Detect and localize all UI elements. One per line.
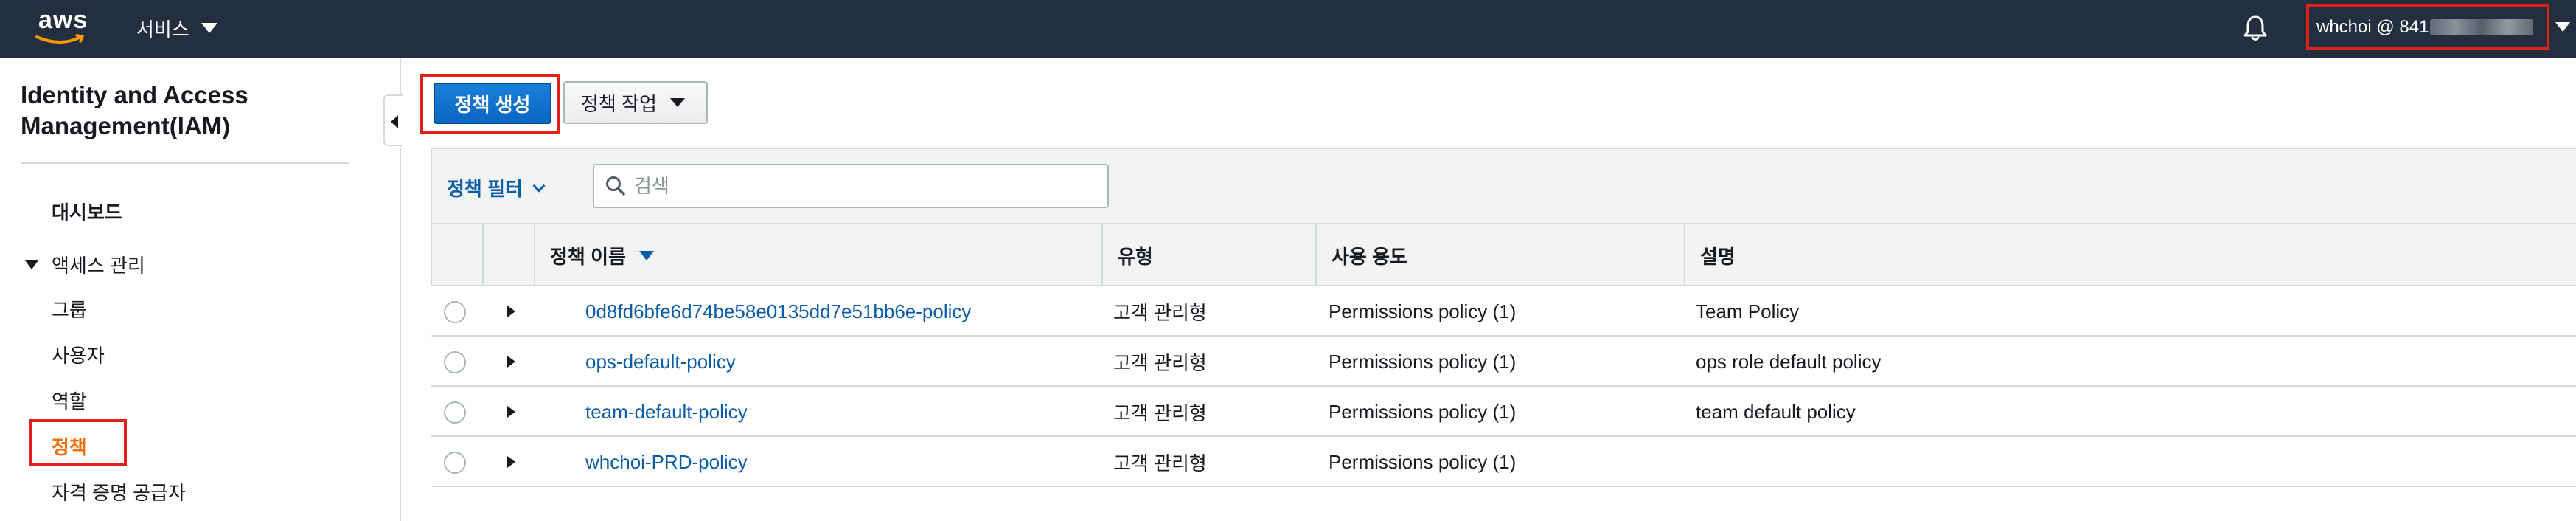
row-select-radio[interactable] bbox=[444, 401, 466, 424]
policy-usage: Permissions policy (1) bbox=[1329, 450, 1517, 473]
table-header: 정책 이름 유형 사용 용도 설명 bbox=[431, 224, 2576, 286]
policy-name-link[interactable]: 0d8fd6bfe6d74be58e0135dd7e51bb6e-policy bbox=[585, 286, 971, 337]
sidebar-item-roles[interactable]: 역할 bbox=[52, 387, 87, 414]
chevron-down-icon[interactable] bbox=[2555, 22, 2570, 32]
column-header-description[interactable]: 설명 bbox=[1684, 224, 2576, 286]
table-row[interactable]: team-default-policy 고객 관리형 Permissions p… bbox=[431, 387, 2576, 437]
sidebar-item-identity-providers[interactable]: 자격 증명 공급자 bbox=[52, 478, 186, 506]
aws-smile-icon bbox=[35, 34, 84, 44]
search-icon bbox=[606, 176, 625, 196]
services-label: 서비스 bbox=[136, 18, 189, 41]
policy-description: Team Policy bbox=[1696, 300, 1800, 322]
aws-logo[interactable]: aws bbox=[34, 6, 93, 49]
sidebar-section-access-management[interactable]: 액세스 관리 bbox=[25, 251, 145, 278]
policy-name-link[interactable]: team-default-policy bbox=[585, 387, 748, 437]
table-row[interactable]: 0d8fd6bfe6d74be58e0135dd7e51bb6e-policy … bbox=[431, 286, 2576, 337]
column-header-policy-name[interactable]: 정책 이름 bbox=[534, 224, 1109, 286]
sidebar-title: Identity and Access Management(IAM) bbox=[21, 81, 248, 139]
policy-name-link[interactable]: ops-default-policy bbox=[585, 337, 736, 387]
search-box bbox=[593, 164, 1109, 208]
top-navigation-bar: aws 서비스 whchoi @ 841 bbox=[0, 0, 2576, 58]
table-row[interactable]: whchoi-PRD-policy 고객 관리형 Permissions pol… bbox=[431, 437, 2576, 487]
policy-type: 고객 관리형 bbox=[1113, 401, 1207, 424]
chevron-left-icon[interactable] bbox=[383, 94, 403, 146]
policy-usage: Permissions policy (1) bbox=[1329, 350, 1517, 373]
policy-actions-label: 정책 작업 bbox=[581, 92, 657, 115]
policy-filter-dropdown[interactable]: 정책 필터 bbox=[447, 174, 546, 201]
policy-actions-dropdown[interactable]: 정책 작업 bbox=[563, 81, 708, 124]
chevron-down-icon bbox=[669, 98, 685, 107]
row-select-radio[interactable] bbox=[444, 351, 466, 373]
policy-type: 고객 관리형 bbox=[1113, 351, 1207, 374]
column-header-type[interactable]: 유형 bbox=[1101, 224, 1315, 286]
caret-down-icon bbox=[25, 260, 38, 269]
policy-usage: Permissions policy (1) bbox=[1329, 400, 1517, 423]
sidebar-section-label: 액세스 관리 bbox=[52, 255, 145, 277]
create-policy-button[interactable]: 정책 생성 bbox=[434, 83, 551, 124]
policy-description: team default policy bbox=[1696, 400, 1856, 423]
policy-filter-label: 정책 필터 bbox=[447, 178, 523, 200]
policy-usage: Permissions policy (1) bbox=[1329, 300, 1517, 322]
expand-row-icon[interactable] bbox=[507, 406, 515, 418]
table-row[interactable]: ops-default-policy 고객 관리형 Permissions po… bbox=[431, 337, 2576, 387]
divider bbox=[21, 162, 349, 164]
chevron-down-icon bbox=[201, 23, 217, 33]
expand-row-icon[interactable] bbox=[507, 356, 515, 368]
sidebar-item-users[interactable]: 사용자 bbox=[52, 341, 105, 368]
sidebar: Identity and Access Management(IAM) 대시보드… bbox=[0, 58, 401, 521]
column-header-label: 정책 이름 bbox=[550, 245, 626, 268]
sidebar-item-dashboard[interactable]: 대시보드 bbox=[52, 198, 122, 225]
bell-icon[interactable] bbox=[2241, 13, 2269, 43]
column-header-usage[interactable]: 사용 용도 bbox=[1315, 224, 1684, 286]
filter-bar: 정책 필터 bbox=[431, 148, 2576, 224]
expand-row-icon[interactable] bbox=[507, 306, 515, 317]
redacted-account-id bbox=[2430, 19, 2534, 35]
aws-logo-text: aws bbox=[38, 6, 88, 34]
sidebar-item-policies[interactable]: 정책 bbox=[52, 432, 87, 460]
policy-name-link[interactable]: whchoi-PRD-policy bbox=[585, 437, 748, 487]
expand-column-header bbox=[482, 224, 534, 286]
policy-description: ops role default policy bbox=[1696, 350, 1881, 373]
chevron-down-icon bbox=[532, 179, 546, 192]
row-select-radio[interactable] bbox=[444, 452, 466, 474]
row-select-radio[interactable] bbox=[444, 301, 466, 323]
account-label: whchoi @ 841 bbox=[2316, 17, 2429, 37]
sort-descending-icon bbox=[638, 250, 654, 260]
policy-type: 고객 관리형 bbox=[1113, 301, 1207, 324]
sidebar-item-groups[interactable]: 그룹 bbox=[52, 295, 87, 322]
policy-type: 고객 관리형 bbox=[1113, 452, 1207, 475]
expand-row-icon[interactable] bbox=[507, 456, 515, 468]
account-menu[interactable]: whchoi @ 841 bbox=[2306, 4, 2549, 50]
services-menu[interactable]: 서비스 bbox=[136, 13, 217, 43]
search-input[interactable] bbox=[634, 174, 1076, 198]
policies-table: 정책 이름 유형 사용 용도 설명 0d8fd6bfe6d74be58e0135… bbox=[431, 224, 2576, 487]
select-column-header bbox=[432, 224, 482, 286]
